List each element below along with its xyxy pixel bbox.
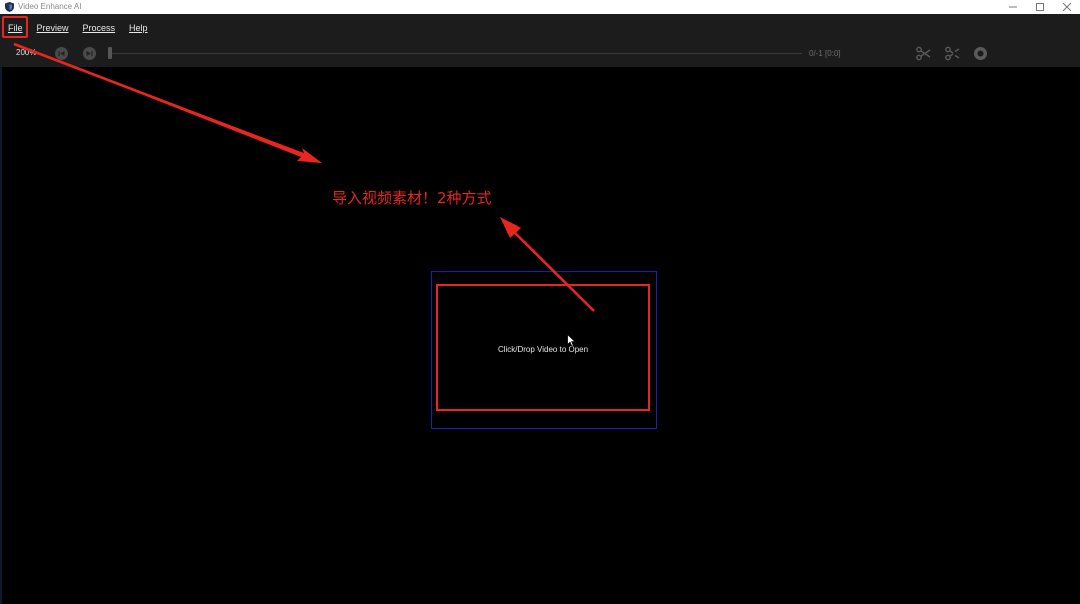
prev-frame-icon[interactable] <box>55 47 68 60</box>
menu-preview[interactable]: Preview <box>37 23 69 33</box>
window-title: Video Enhance AI <box>18 2 82 11</box>
left-edge-strip <box>0 67 2 604</box>
menu-help[interactable]: Help <box>129 23 148 33</box>
timeline-track[interactable] <box>112 53 802 54</box>
menu-bar: File Preview Process Help <box>0 14 1080 42</box>
close-button[interactable] <box>1053 0 1080 14</box>
next-frame-icon[interactable] <box>83 47 96 60</box>
mouse-cursor-icon <box>567 334 576 347</box>
window-controls <box>999 0 1080 14</box>
app-window: Video Enhance AI File Preview Process He… <box>0 0 1080 604</box>
cut-icon[interactable] <box>916 46 931 61</box>
annotation-text: 导入视频素材！2种方式 <box>332 189 492 207</box>
timeline-handle[interactable] <box>108 47 112 59</box>
minimize-button[interactable] <box>999 0 1026 14</box>
zoom-level[interactable]: 200% <box>16 48 36 57</box>
app-logo-icon <box>5 2 14 12</box>
menu-process[interactable]: Process <box>83 23 116 33</box>
file-menu-highlight-box <box>2 16 28 38</box>
maximize-button[interactable] <box>1026 0 1053 14</box>
title-bar: Video Enhance AI <box>0 0 1080 14</box>
uncut-icon[interactable] <box>945 46 960 61</box>
record-icon[interactable] <box>973 46 988 61</box>
frame-counter: 0/-1 [0:0] <box>809 49 841 58</box>
drop-zone-label: Click/Drop Video to Open <box>497 345 589 354</box>
